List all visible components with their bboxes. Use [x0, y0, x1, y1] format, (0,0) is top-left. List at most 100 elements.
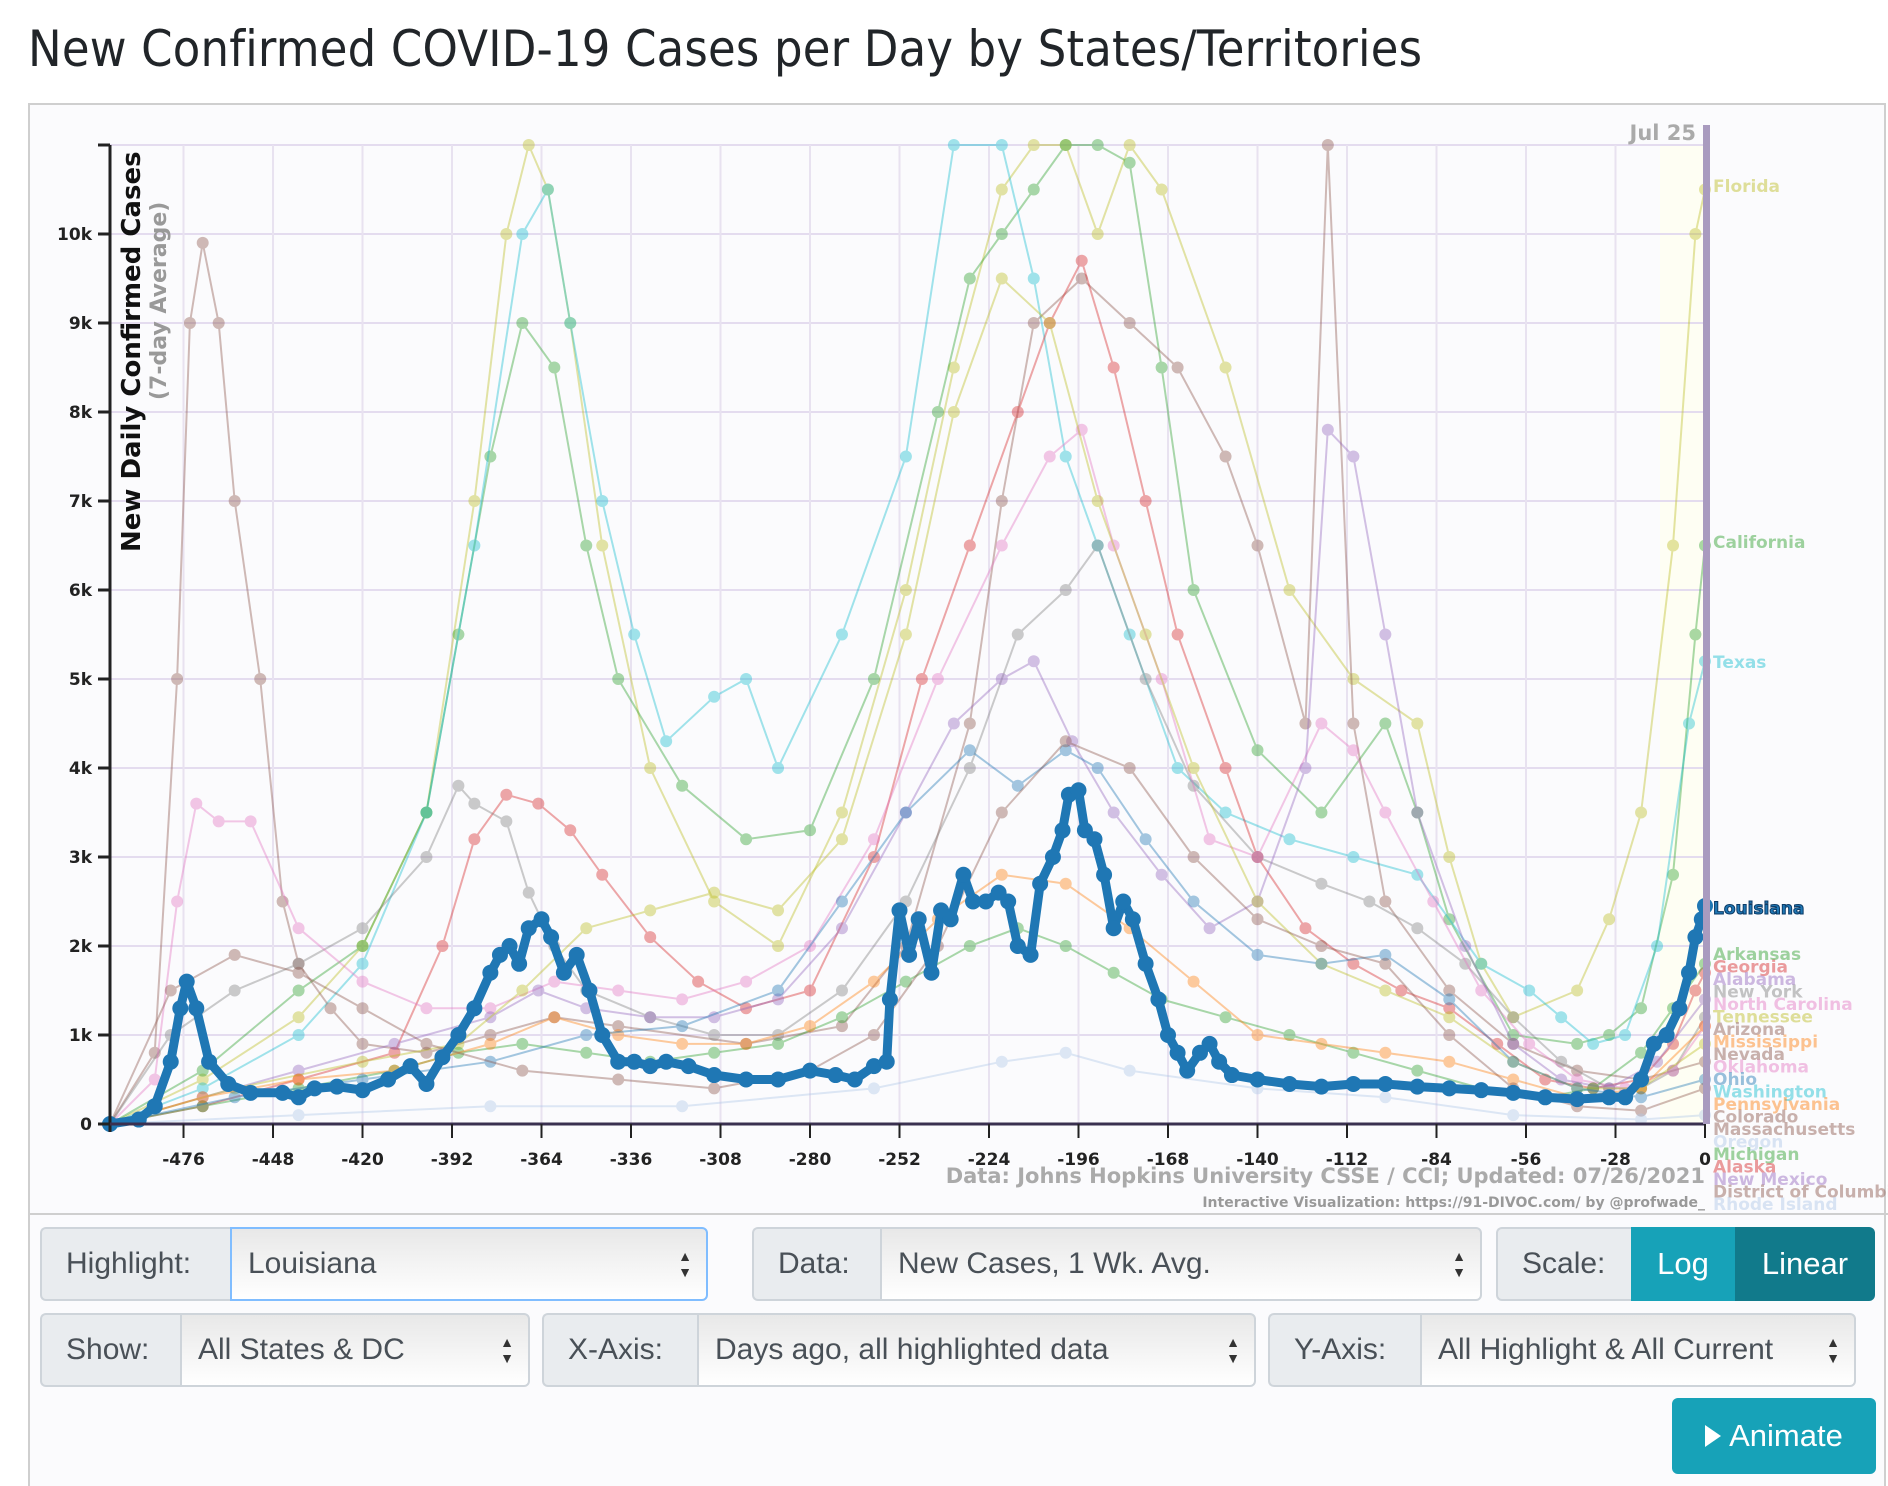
series-point: [772, 762, 785, 774]
highlight-point: [738, 1071, 755, 1088]
series-point: [676, 1037, 689, 1050]
series-point: [772, 904, 785, 917]
animate-button[interactable]: Animate: [1672, 1398, 1876, 1474]
series-point: [1027, 317, 1040, 329]
series-point: [644, 904, 657, 917]
series-point: [963, 940, 976, 952]
series-point: [1379, 628, 1392, 641]
highlight-point: [1105, 920, 1122, 937]
series-point: [1027, 655, 1040, 668]
highlight-point: [146, 1098, 163, 1115]
series-point: [835, 895, 848, 908]
scale-log-button[interactable]: Log: [1631, 1227, 1735, 1301]
series-point: [292, 984, 305, 997]
highlight-point: [555, 964, 572, 981]
series-point: [500, 815, 513, 828]
series-point: [292, 1029, 305, 1041]
highlight-point: [1601, 1089, 1618, 1106]
scale-linear-button[interactable]: Linear: [1735, 1227, 1875, 1301]
highlight-select[interactable]: Louisiana ▲ ▼: [230, 1227, 708, 1301]
series-point: [1347, 673, 1360, 685]
series-point: [1315, 806, 1328, 819]
series-point: [1203, 922, 1216, 935]
series-point: [772, 940, 785, 952]
data-select[interactable]: New Cases, 1 Wk. Avg. ▲ ▼: [880, 1227, 1482, 1301]
series-point: [516, 1037, 529, 1050]
highlight-point: [1070, 782, 1087, 799]
series-point: [324, 1002, 337, 1015]
series-point: [1251, 1029, 1264, 1041]
series-point: [356, 1037, 369, 1050]
series-point: [164, 984, 177, 997]
highlight-point: [1137, 955, 1154, 972]
series-point: [915, 673, 928, 685]
highlight-point: [1569, 1091, 1586, 1108]
series-point: [1507, 1109, 1520, 1122]
series-point: [644, 762, 657, 774]
y-tick-label: 5k: [69, 670, 93, 690]
highlight-point: [380, 1071, 397, 1088]
highlight-point: [482, 964, 499, 981]
data-label: Data:: [752, 1227, 880, 1301]
state-label: Texas: [1713, 653, 1766, 673]
series-point: [1555, 1055, 1568, 1068]
series-point: [580, 922, 593, 935]
series-point: [1011, 628, 1024, 641]
x-axis-select[interactable]: Days ago, all highlighted data ▲ ▼: [697, 1313, 1256, 1387]
series-point: [564, 824, 577, 837]
y-tick-label: 2k: [69, 937, 93, 957]
series-point: [1107, 966, 1120, 979]
series-point: [1411, 1064, 1424, 1077]
show-select[interactable]: All States & DC ▲ ▼: [180, 1313, 530, 1387]
series-point: [1283, 584, 1296, 596]
series-point: [1379, 895, 1392, 908]
series-point: [500, 228, 513, 240]
series-point: [1523, 984, 1536, 997]
y-tick-label: 0: [80, 1115, 92, 1135]
highlight-point: [626, 1053, 643, 1070]
series-point: [596, 539, 609, 552]
animate-label: Animate: [1729, 1418, 1843, 1453]
series-point: [660, 735, 673, 748]
y-axis-select[interactable]: All Highlight & All Current ▲ ▼: [1420, 1313, 1856, 1387]
series-point: [1251, 539, 1264, 552]
highlight-point: [274, 1084, 291, 1101]
y-axis-control: Y-Axis: All Highlight & All Current ▲ ▼: [1268, 1313, 1856, 1387]
series-point: [1059, 877, 1072, 890]
series-tennessee: [104, 272, 1711, 1130]
series-point: [292, 1011, 305, 1024]
series-point: [1043, 450, 1056, 463]
highlight-point: [1681, 964, 1698, 981]
series-point: [356, 922, 369, 935]
x-tick-label: -280: [789, 1150, 832, 1170]
date-marker-line: [1703, 125, 1710, 1124]
series-point: [580, 1046, 593, 1059]
series-point: [963, 744, 976, 757]
series-point: [1091, 762, 1104, 774]
highlight-point: [201, 1053, 218, 1070]
series-point: [740, 673, 753, 685]
highlight-point: [1211, 1053, 1228, 1070]
series-point: [1443, 1011, 1456, 1024]
highlight-point: [1032, 875, 1049, 892]
show-label: Show:: [40, 1313, 180, 1387]
highlight-point: [901, 946, 918, 963]
series-point: [1075, 254, 1088, 267]
series-point: [1139, 833, 1152, 846]
series-point: [1059, 584, 1072, 596]
highlight-point: [1000, 893, 1017, 910]
highlight-point: [434, 1049, 451, 1066]
series-point: [1347, 851, 1360, 863]
series-point: [1059, 1046, 1072, 1059]
series-point: [899, 584, 912, 596]
series-point: [995, 495, 1008, 507]
highlight-point: [680, 1058, 697, 1075]
series-point: [468, 495, 481, 507]
series-point: [1689, 628, 1702, 641]
state-labels: FloridaCaliforniaTexasLouisianaArkansasG…: [1713, 177, 1888, 1215]
highlight-point: [328, 1078, 345, 1095]
highlight-point: [910, 911, 927, 928]
series-point: [835, 628, 848, 641]
highlight-point: [1096, 866, 1113, 883]
series-point: [1171, 762, 1184, 774]
